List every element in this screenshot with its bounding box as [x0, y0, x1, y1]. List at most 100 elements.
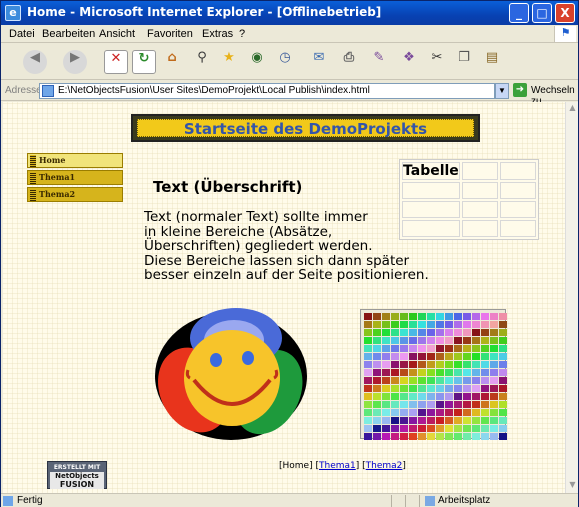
- palette-swatch: [373, 353, 381, 360]
- palette-swatch: [490, 353, 498, 360]
- forward-icon[interactable]: ▶: [63, 50, 87, 74]
- palette-swatch: [427, 377, 435, 384]
- window-title: Home - Microsoft Internet Explorer - [Of…: [27, 5, 382, 19]
- palette-swatch: [445, 329, 453, 336]
- palette-swatch: [382, 321, 390, 328]
- palette-swatch: [373, 369, 381, 376]
- palette-swatch: [436, 417, 444, 424]
- palette-swatch: [400, 425, 408, 432]
- palette-swatch: [463, 345, 471, 352]
- palette-swatch: [445, 401, 453, 408]
- palette-swatch: [436, 353, 444, 360]
- menu-datei[interactable]: Datei: [9, 28, 35, 40]
- palette-swatch: [499, 393, 507, 400]
- palette-swatch: [445, 345, 453, 352]
- footer-home[interactable]: [Home]: [279, 461, 313, 471]
- palette-swatch: [436, 377, 444, 384]
- palette-swatch: [472, 433, 480, 440]
- palette-swatch: [427, 401, 435, 408]
- palette-swatch: [364, 329, 372, 336]
- title-bar[interactable]: e Home - Microsoft Internet Explorer - […: [1, 1, 578, 25]
- footer-thema2-link[interactable]: Thema2: [366, 461, 403, 471]
- refresh-icon[interactable]: ↻: [132, 50, 156, 74]
- paragraph-line: Text (normaler Text) sollte immer: [144, 209, 368, 225]
- minimize-button[interactable]: _: [509, 3, 529, 23]
- palette-swatch: [400, 385, 408, 392]
- favorites-icon[interactable]: ★: [217, 50, 241, 74]
- palette-swatch: [445, 337, 453, 344]
- palette-swatch: [463, 433, 471, 440]
- palette-swatch: [382, 345, 390, 352]
- palette-swatch: [436, 321, 444, 328]
- palette-swatch: [373, 345, 381, 352]
- palette-swatch: [445, 425, 453, 432]
- search-icon[interactable]: ⚲: [190, 50, 214, 74]
- table-cell: [462, 201, 498, 218]
- nav-thema1[interactable]: Thema1: [27, 170, 123, 185]
- palette-swatch: [391, 393, 399, 400]
- palette-swatch: [382, 337, 390, 344]
- palette-swatch: [481, 353, 489, 360]
- scroll-down-icon[interactable]: ▼: [567, 480, 578, 492]
- palette-swatch: [373, 393, 381, 400]
- nav-thema1-label: Thema1: [39, 172, 76, 182]
- palette-swatch: [391, 337, 399, 344]
- address-dropdown-icon[interactable]: ▼: [495, 83, 509, 99]
- palette-swatch: [454, 393, 462, 400]
- browser-window: e Home - Microsoft Internet Explorer - […: [0, 0, 579, 507]
- palette-swatch: [418, 377, 426, 384]
- palette-swatch: [490, 337, 498, 344]
- palette-swatch: [490, 401, 498, 408]
- back-icon[interactable]: ◀: [23, 50, 47, 74]
- history-icon[interactable]: ◷: [273, 50, 297, 74]
- address-input[interactable]: E:\NetObjectsFusion\User Sites\DemoProje…: [39, 83, 495, 99]
- nav-home[interactable]: Home: [27, 153, 123, 168]
- menu-extras[interactable]: Extras: [202, 28, 233, 40]
- edit-icon[interactable]: ✎: [367, 50, 391, 74]
- palette-swatch: [490, 345, 498, 352]
- netobjects-fusion-badge[interactable]: ERSTELLT MIT NetObjects FUSION: [47, 461, 107, 489]
- table-cell: [402, 182, 460, 199]
- home-icon[interactable]: ⌂: [160, 50, 184, 74]
- palette-swatch: [436, 337, 444, 344]
- palette-swatch: [463, 385, 471, 392]
- vertical-scrollbar[interactable]: ▲ ▼: [565, 102, 578, 493]
- nav-thema2[interactable]: Thema2: [27, 187, 123, 202]
- palette-swatch: [445, 417, 453, 424]
- close-button[interactable]: X: [555, 3, 575, 23]
- menu-ansicht[interactable]: Ansicht: [99, 28, 135, 40]
- palette-swatch: [400, 353, 408, 360]
- footer-thema1-link[interactable]: Thema1: [319, 461, 356, 471]
- menu-favoriten[interactable]: Favoriten: [147, 28, 193, 40]
- palette-swatch: [409, 313, 417, 320]
- stop-icon[interactable]: ✕: [104, 50, 128, 74]
- nav-grip-icon: [30, 172, 36, 184]
- maximize-button[interactable]: □: [532, 3, 552, 23]
- palette-swatch: [373, 313, 381, 320]
- palette-swatch: [463, 369, 471, 376]
- palette-swatch: [391, 353, 399, 360]
- paragraph-line: in kleine Bereiche (Absätze,: [144, 223, 333, 240]
- ie-app-icon[interactable]: e: [5, 5, 21, 21]
- palette-swatch: [499, 345, 507, 352]
- media-icon[interactable]: ◉: [245, 50, 269, 74]
- cut-icon[interactable]: ✂: [425, 50, 449, 74]
- discuss-icon[interactable]: ❖: [397, 50, 421, 74]
- print-icon[interactable]: ⎙: [337, 50, 361, 74]
- go-arrow-icon[interactable]: ➜: [513, 83, 527, 97]
- palette-swatch: [472, 377, 480, 384]
- palette-swatch: [427, 337, 435, 344]
- palette-swatch: [373, 433, 381, 440]
- palette-swatch: [391, 401, 399, 408]
- palette-swatch: [436, 433, 444, 440]
- nav-thema2-label: Thema2: [39, 189, 76, 199]
- menu-help[interactable]: ?: [239, 28, 245, 40]
- scroll-up-icon[interactable]: ▲: [567, 103, 578, 115]
- copy-icon[interactable]: ❐: [452, 50, 476, 74]
- paste-icon[interactable]: ▤: [480, 50, 504, 74]
- menu-bearbeiten[interactable]: Bearbeiten: [42, 28, 95, 40]
- palette-swatch: [382, 369, 390, 376]
- mail-icon[interactable]: ✉: [307, 50, 331, 74]
- palette-swatch: [364, 313, 372, 320]
- palette-swatch: [364, 361, 372, 368]
